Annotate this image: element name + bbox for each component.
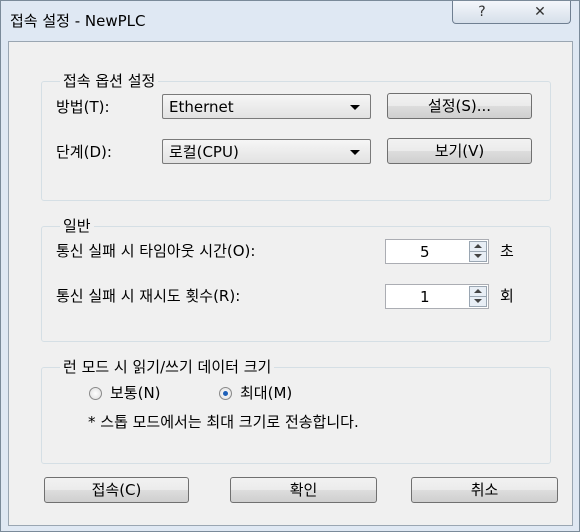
ok-button[interactable]: 확인 — [230, 477, 377, 503]
spin-up-icon[interactable] — [470, 242, 486, 252]
cancel-button[interactable]: 취소 — [411, 477, 558, 503]
spin-down-icon[interactable] — [470, 297, 486, 306]
method-value: Ethernet — [169, 98, 234, 116]
connection-settings-dialog: 접속 설정 - NewPLC ? ✕ 접속 옵션 설정 방법(T): Ether… — [0, 0, 580, 532]
window-title: 접속 설정 - NewPLC — [10, 12, 146, 30]
run-mode-legend: 런 모드 시 읽기/쓰기 데이터 크기 — [60, 357, 275, 377]
title-bar[interactable]: 접속 설정 - NewPLC ? ✕ — [1, 1, 579, 41]
retry-value: 1 — [420, 288, 430, 306]
general-group: 일반 통신 실패 시 타임아웃 시간(O): 5 초 통신 실패 시 재시도 횟… — [41, 216, 551, 342]
retry-label: 통신 실패 시 재시도 횟수(R): — [56, 287, 241, 305]
view-button[interactable]: 보기(V) — [387, 138, 532, 164]
timeout-stepper[interactable]: 5 — [385, 239, 489, 264]
spinner-control[interactable] — [469, 286, 487, 307]
option-normal-label[interactable]: 보통(N) — [110, 383, 161, 403]
help-button[interactable]: ? — [452, 1, 512, 24]
timeout-unit: 초 — [500, 242, 514, 260]
option-max-label[interactable]: 최대(M) — [240, 383, 292, 403]
run-mode-note: * 스톱 모드에서는 최대 크기로 전송합니다. — [88, 413, 359, 431]
chevron-down-icon — [350, 150, 360, 155]
radio-normal[interactable] — [89, 387, 102, 400]
connect-button[interactable]: 접속(C) — [44, 477, 189, 503]
connection-options-group: 접속 옵션 설정 방법(T): Ethernet 설정(S)... 단계(D):… — [41, 71, 551, 201]
retry-stepper[interactable]: 1 — [385, 284, 489, 309]
spinner-control[interactable] — [469, 241, 487, 262]
help-icon: ? — [478, 4, 486, 20]
spin-down-icon[interactable] — [470, 252, 486, 261]
close-icon: ✕ — [534, 4, 546, 20]
method-select[interactable]: Ethernet — [162, 94, 371, 119]
connection-options-legend: 접속 옵션 설정 — [60, 71, 159, 91]
method-label: 방법(T): — [56, 98, 110, 116]
level-select[interactable]: 로컬(CPU) — [162, 139, 371, 164]
retry-unit: 회 — [500, 287, 514, 305]
level-value: 로컬(CPU) — [169, 143, 239, 161]
dialog-body: 접속 옵션 설정 방법(T): Ethernet 설정(S)... 단계(D):… — [8, 41, 573, 526]
level-label: 단계(D): — [56, 143, 112, 161]
timeout-label: 통신 실패 시 타임아웃 시간(O): — [56, 242, 256, 260]
radio-max[interactable] — [219, 387, 232, 400]
general-legend: 일반 — [60, 216, 94, 236]
run-mode-group: 런 모드 시 읽기/쓰기 데이터 크기 보통(N) 최대(M) * 스톱 모드에… — [41, 357, 551, 464]
close-button[interactable]: ✕ — [510, 1, 571, 24]
timeout-value: 5 — [420, 243, 430, 261]
settings-button[interactable]: 설정(S)... — [387, 93, 532, 119]
spin-up-icon[interactable] — [470, 287, 486, 297]
chevron-down-icon — [350, 105, 360, 110]
